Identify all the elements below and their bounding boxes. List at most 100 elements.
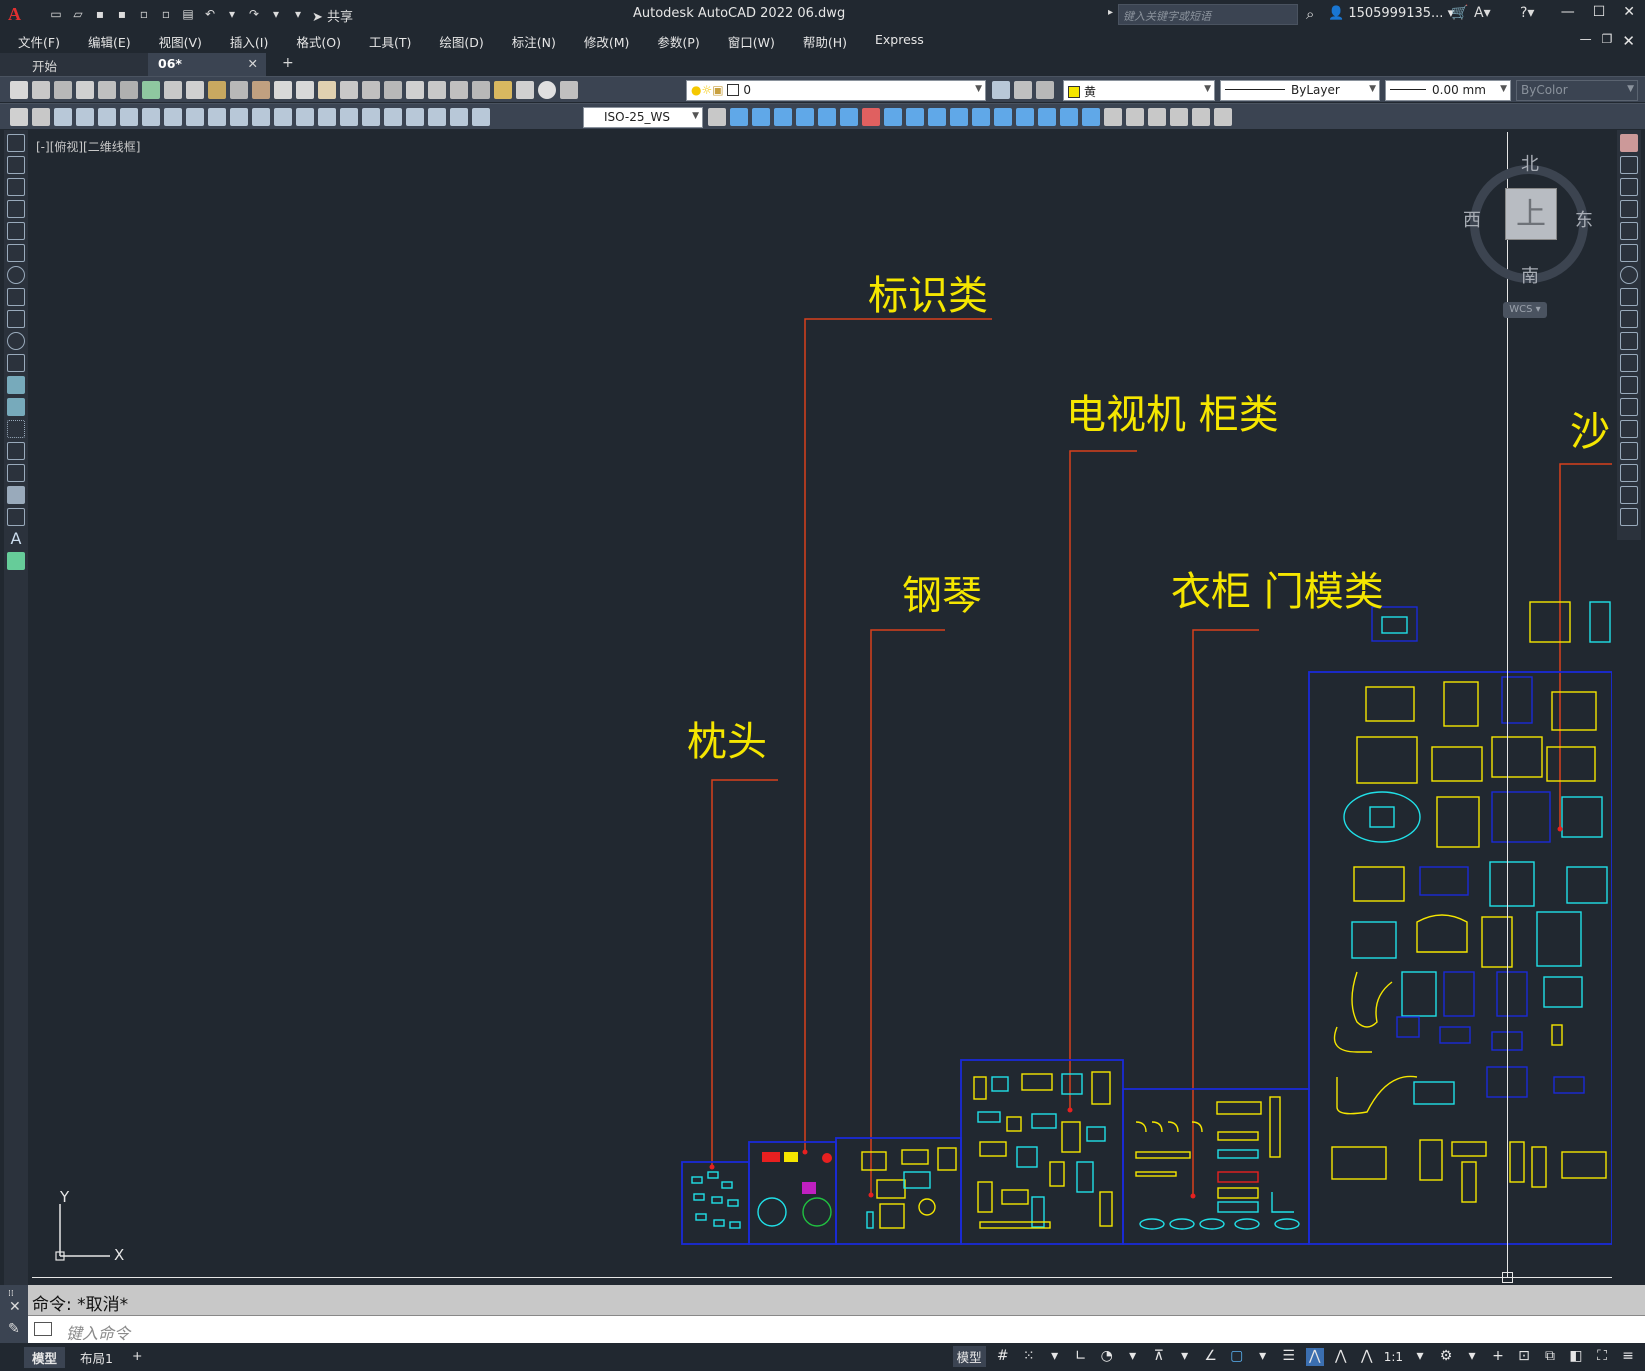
make-block-icon[interactable]	[7, 398, 25, 416]
menu-insert[interactable]: 插入(I)	[214, 30, 280, 52]
layer-icon[interactable]	[32, 108, 50, 126]
workspace-gear-icon[interactable]: ⚙	[1437, 1348, 1455, 1366]
construction-line-icon[interactable]	[7, 156, 25, 174]
revision-cloud-icon[interactable]	[7, 288, 25, 306]
region-icon[interactable]	[7, 486, 25, 504]
viewport-controls-label[interactable]: [-][俯视][二维线框]	[36, 138, 140, 155]
markup-icon[interactable]	[494, 81, 512, 99]
scale-icon[interactable]	[884, 108, 902, 126]
autodesk-app-icon[interactable]: A▾	[1474, 5, 1491, 21]
grip-icon[interactable]: ⁞⁞	[8, 1289, 14, 1299]
compass-north[interactable]: 北	[1521, 150, 1539, 176]
compass-south[interactable]: 南	[1521, 262, 1539, 288]
add-layout-button[interactable]: +	[124, 1347, 150, 1364]
menu-parametric[interactable]: 参数(P)	[641, 30, 711, 52]
gradient-icon[interactable]	[7, 464, 25, 482]
fillet-icon[interactable]	[1620, 464, 1638, 482]
move-icon[interactable]	[840, 108, 858, 126]
trim-icon[interactable]	[928, 108, 946, 126]
break-icon[interactable]	[1620, 398, 1638, 416]
menu-format[interactable]: 格式(O)	[280, 30, 353, 52]
workspace-icon[interactable]	[10, 108, 28, 126]
viewcube[interactable]: 上 北 南 东 西	[1463, 150, 1595, 287]
undo-icon[interactable]: ↶	[202, 6, 218, 22]
cart-icon[interactable]: 🛒	[1451, 5, 1468, 21]
dim-text-edit-icon[interactable]	[450, 108, 468, 126]
tab-document[interactable]: 06* ✕	[148, 53, 266, 76]
object-snap-tracking-icon[interactable]: ∠	[1202, 1348, 1220, 1366]
menu-draw[interactable]: 绘图(D)	[423, 30, 495, 52]
menu-view[interactable]: 视图(V)	[143, 30, 214, 52]
pan-icon[interactable]	[318, 81, 336, 99]
menu-help[interactable]: 帮助(H)	[787, 30, 859, 52]
copy-icon[interactable]	[1620, 156, 1638, 174]
array-icon[interactable]	[818, 108, 836, 126]
auto-scale-icon[interactable]: ⋀	[1332, 1348, 1350, 1366]
chevron-down-icon[interactable]: ▾	[1046, 1348, 1064, 1366]
rotate-icon[interactable]	[862, 108, 880, 126]
3d-dwf-icon[interactable]	[142, 81, 160, 99]
stretch-icon[interactable]	[906, 108, 924, 126]
color-dropdown[interactable]: 黄 ▼	[1063, 80, 1215, 101]
clean-screen-icon[interactable]: ⛶	[1593, 1348, 1611, 1366]
doc-minimize-icon[interactable]: —	[1580, 32, 1592, 50]
redo-icon[interactable]	[296, 81, 314, 99]
match-properties-icon[interactable]	[230, 81, 248, 99]
quick-properties-icon[interactable]: ⧉	[1541, 1348, 1559, 1366]
menu-file[interactable]: 文件(F)	[0, 30, 72, 52]
search-input[interactable]: 键入关键字或短语	[1118, 4, 1298, 25]
jogged-icon[interactable]	[164, 108, 182, 126]
annotation-scale-value[interactable]: 1:1	[1384, 1350, 1403, 1364]
layer-dropdown[interactable]: ●☼▣ 0 ▼	[686, 80, 986, 101]
insert-block-icon[interactable]	[7, 376, 25, 394]
design-center-icon[interactable]	[428, 81, 446, 99]
chevron-down-icon[interactable]: ▾	[1411, 1348, 1429, 1366]
plotstyle-dropdown[interactable]: ByColor ▼	[1516, 80, 1638, 101]
break-at-point-icon[interactable]	[1620, 376, 1638, 394]
compass-west[interactable]: 西	[1463, 206, 1481, 232]
doc-close-icon[interactable]: ✕	[1622, 32, 1635, 50]
explode-icon[interactable]	[1620, 508, 1638, 526]
mirror-icon[interactable]	[1620, 178, 1638, 196]
chevron-down-icon[interactable]: ▾	[1463, 1348, 1481, 1366]
linear-dim-icon[interactable]	[54, 108, 72, 126]
open-folder-icon[interactable]: ▱	[70, 6, 86, 22]
chevron-down-icon[interactable]: ▾	[1124, 1348, 1142, 1366]
export-icon[interactable]: ▫	[158, 6, 174, 22]
polar-icon[interactable]: ◔	[1098, 1348, 1116, 1366]
search-icon[interactable]: ⌕	[1306, 5, 1314, 23]
zoom-realtime-icon[interactable]	[340, 81, 358, 99]
line-icon[interactable]	[7, 134, 25, 152]
undo-dropdown-icon[interactable]: ▾	[224, 6, 240, 22]
properties-icon[interactable]	[406, 81, 424, 99]
arc-length-icon[interactable]	[98, 108, 116, 126]
linetype-dropdown[interactable]: ByLayer ▼	[1220, 80, 1380, 101]
graphics-performance-icon[interactable]: ◧	[1567, 1348, 1585, 1366]
mirror-icon[interactable]	[774, 108, 792, 126]
arc-icon[interactable]	[7, 244, 25, 262]
join-icon[interactable]	[1620, 420, 1638, 438]
lineweight-dropdown[interactable]: 0.00 mm ▼	[1385, 80, 1511, 101]
chamfer-icon[interactable]	[1620, 442, 1638, 460]
block-editor-icon[interactable]	[252, 81, 270, 99]
doc-restore-icon[interactable]: ❐	[1602, 32, 1613, 50]
dim-edit-icon[interactable]	[428, 108, 446, 126]
layer-states-icon[interactable]	[1036, 81, 1054, 99]
layer-manager-icon[interactable]	[560, 81, 578, 99]
polygon-icon[interactable]	[7, 200, 25, 218]
model-space-button[interactable]: 模型	[952, 1346, 986, 1367]
paste-icon[interactable]	[208, 81, 226, 99]
customize-command-icon[interactable]: ✎	[8, 1321, 20, 1337]
plot-icon[interactable]	[76, 81, 94, 99]
viewcube-top-face[interactable]: 上	[1505, 188, 1557, 240]
blend-icon[interactable]	[1060, 108, 1078, 126]
menu-modify[interactable]: 修改(M)	[568, 30, 642, 52]
jogged-linear-icon[interactable]	[406, 108, 424, 126]
user-account[interactable]: 👤 1505999135... ▾	[1328, 6, 1454, 21]
menu-tools[interactable]: 工具(T)	[353, 30, 423, 52]
ellipse-icon[interactable]	[7, 332, 25, 350]
annotation-visibility-icon[interactable]: ⋀	[1305, 1347, 1324, 1366]
hatch-icon[interactable]	[7, 442, 25, 460]
layer-previous-icon[interactable]	[1014, 81, 1032, 99]
drawing-canvas[interactable]	[32, 132, 1612, 1277]
